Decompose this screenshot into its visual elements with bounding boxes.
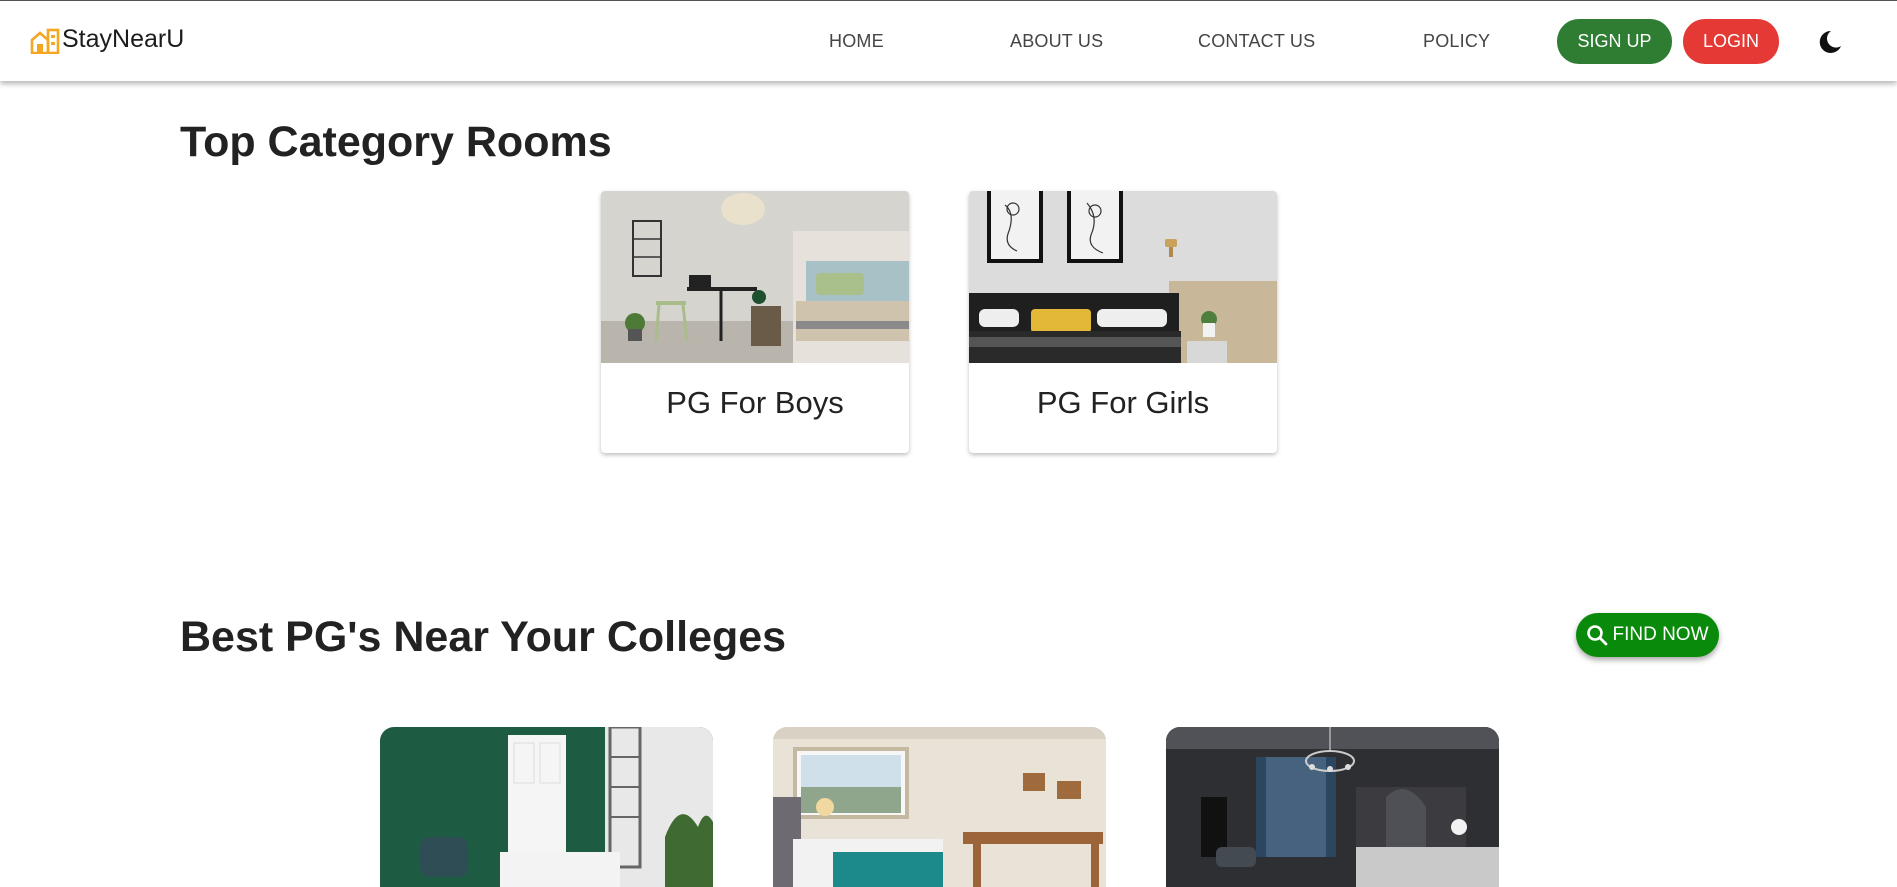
category-card-boys[interactable]: PG For Boys bbox=[601, 191, 909, 453]
moon-icon[interactable] bbox=[1814, 27, 1844, 57]
nav-policy[interactable]: POLICY bbox=[1423, 31, 1490, 52]
pg-card-1[interactable] bbox=[380, 727, 713, 887]
pg-card-3[interactable] bbox=[1166, 727, 1499, 887]
pg-card-2[interactable] bbox=[773, 727, 1106, 887]
nav-about-us[interactable]: ABOUT US bbox=[1010, 31, 1103, 52]
nav-home[interactable]: HOME bbox=[829, 31, 884, 52]
pg-room-image-3 bbox=[1166, 727, 1499, 887]
signup-button[interactable]: SIGN UP bbox=[1557, 19, 1672, 64]
nav-contact-us[interactable]: CONTACT US bbox=[1198, 31, 1315, 52]
top-category-title: Top Category Rooms bbox=[180, 118, 612, 166]
brand-name: StayNearU bbox=[62, 25, 185, 53]
search-icon bbox=[1587, 625, 1608, 646]
girls-room-image bbox=[969, 191, 1277, 363]
pg-room-image-1 bbox=[380, 727, 713, 887]
pg-room-image-2 bbox=[773, 727, 1106, 887]
find-now-button[interactable]: FIND NOW bbox=[1576, 613, 1719, 657]
best-pgs-title: Best PG's Near Your Colleges bbox=[180, 613, 787, 661]
brand-logo[interactable]: StayNearU bbox=[30, 25, 184, 54]
building-icon bbox=[30, 28, 60, 54]
find-now-label: FIND NOW bbox=[1612, 624, 1709, 645]
login-button[interactable]: LOGIN bbox=[1683, 19, 1779, 64]
boys-room-image bbox=[601, 191, 909, 363]
girls-card-label: PG For Girls bbox=[1036, 385, 1210, 420]
category-card-girls[interactable]: PG For Girls bbox=[969, 191, 1277, 453]
boys-card-label: PG For Boys bbox=[666, 385, 844, 420]
navbar: StayNearU HOME ABOUT US CONTACT US POLIC… bbox=[0, 1, 1897, 81]
